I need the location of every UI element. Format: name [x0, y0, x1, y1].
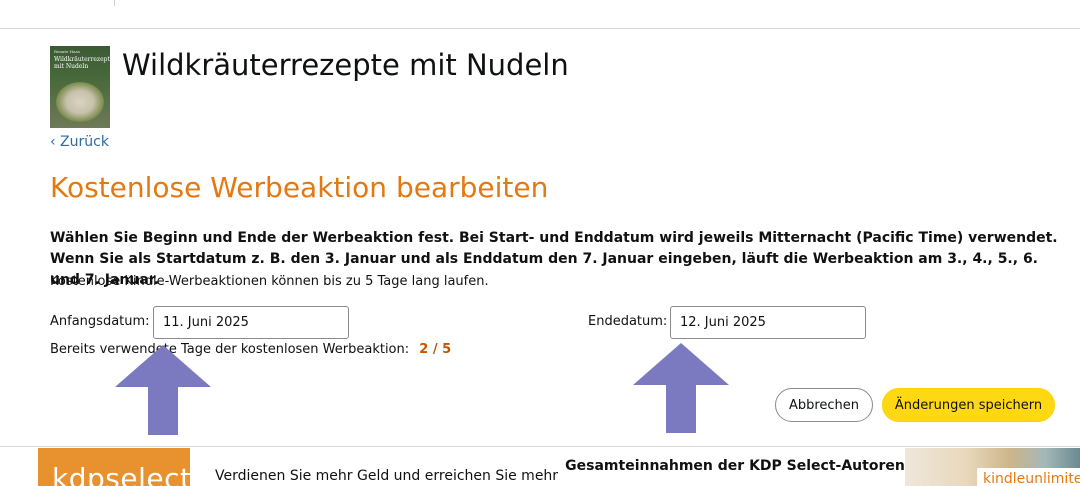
book-title: Wildkräuterrezepte mit Nudeln	[122, 48, 569, 82]
kindle-unlimited-badge-text: kindleunlimited	[983, 471, 1080, 486]
book-cover-image: Renate Haas Wildkräuterrezepte mit Nudel…	[50, 46, 110, 128]
used-days-row: Bereits verwendete Tage der kostenlosen …	[50, 342, 451, 357]
start-date-input[interactable]	[153, 306, 349, 339]
banner-image: kindleunlimited	[905, 448, 1080, 486]
banner-heading: Gesamteinnahmen der KDP Select-Autoren	[565, 458, 905, 474]
cover-plate-illustration	[56, 82, 104, 122]
kindle-unlimited-badge: kindleunlimited	[977, 468, 1080, 486]
max-days-note: Kostenlose Kindle-Werbeaktionen können b…	[50, 274, 489, 289]
kdp-select-logo-text: kdpselect	[52, 462, 190, 486]
banner-text: Verdienen Sie mehr Geld und erreichen Si…	[215, 468, 559, 484]
end-date-label: Endedatum:	[588, 314, 668, 329]
end-date-input[interactable]	[670, 306, 866, 339]
up-arrow-annotation-icon	[115, 345, 211, 435]
save-changes-button[interactable]: Änderungen speichern	[882, 388, 1055, 422]
kdp-select-banner[interactable]: kdpselect Verdienen Sie mehr Geld und er…	[0, 446, 1080, 486]
top-bar-divider	[114, 0, 115, 6]
used-days-count: 2 / 5	[419, 342, 452, 357]
back-link[interactable]: ‹ Zurück	[50, 134, 109, 150]
used-days-label: Bereits verwendete Tage der kostenlosen …	[50, 342, 410, 357]
page-title: Kostenlose Werbeaktion bearbeiten	[50, 171, 549, 204]
cancel-button[interactable]: Abbrechen	[775, 388, 873, 422]
cover-author-text: Renate Haas	[54, 49, 80, 54]
start-date-label: Anfangsdatum:	[50, 314, 150, 329]
kdp-select-logo: kdpselect	[38, 448, 190, 486]
top-bar	[0, 0, 1080, 29]
up-arrow-annotation-icon	[633, 343, 729, 433]
cover-title-text: Wildkräuterrezepte mit Nudeln	[54, 56, 110, 70]
